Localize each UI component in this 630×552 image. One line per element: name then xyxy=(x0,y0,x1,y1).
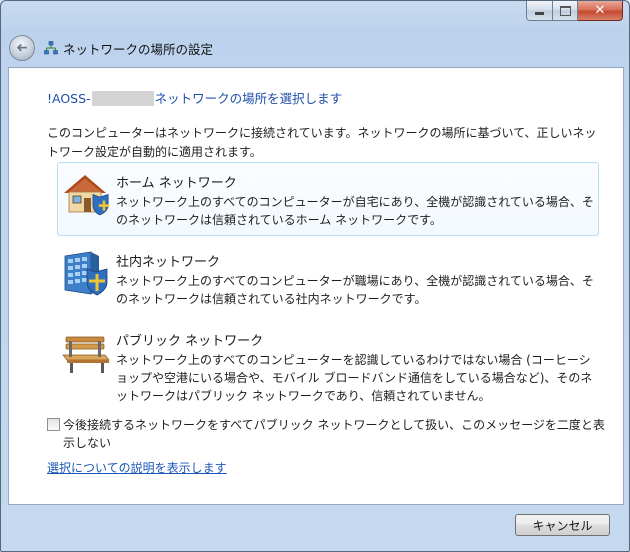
minimize-icon xyxy=(535,11,544,15)
option-work-title: 社内ネットワーク xyxy=(116,255,221,270)
content-panel: !AOSS- ネットワークの場所を選択します このコンピューターはネットワークに接… xyxy=(8,67,624,505)
park-bench-icon xyxy=(62,336,110,373)
home-shield-icon xyxy=(64,175,110,216)
option-public-title: パブリック ネットワーク xyxy=(116,334,264,349)
intro-text: このコンピューターはネットワークに接続されています。ネットワークの場所に基づいて… xyxy=(47,126,597,159)
option-public-description: ネットワーク上のすべてのコンピューターを認識しているわけではない場合 (コーヒー… xyxy=(116,353,593,403)
option-work-network[interactable]: 社内ネットワーク ネットワーク上のすべてのコンピューターが職場にあり、全機が認識… xyxy=(57,241,599,315)
network-location-dialog: ✕ ➜ ネットワークの場所の設定 !AOSS- ネットワークの場所を選択します こ… xyxy=(0,0,630,552)
window-title: ネットワークの場所の設定 xyxy=(63,41,214,57)
network-name-prefix: !AOSS- xyxy=(47,91,91,106)
treat-all-public-row: 今後接続するネットワークをすべてパブリック ネットワークとして扱い、このメッセー… xyxy=(47,416,607,452)
help-link[interactable]: 選択についての説明を表示します xyxy=(47,459,227,476)
caption-buttons: ✕ xyxy=(526,1,623,21)
office-building-shield-icon xyxy=(64,251,108,296)
option-home-network[interactable]: ホーム ネットワーク ネットワーク上のすべてのコンピューターが自宅にあり、全機が… xyxy=(57,162,599,236)
option-work-description: ネットワーク上のすべてのコンピューターが職場にあり、全機が認識されている場合、そ… xyxy=(116,274,594,306)
treat-all-public-label[interactable]: 今後接続するネットワークをすべてパブリック ネットワークとして扱い、このメッセー… xyxy=(63,416,607,452)
close-button[interactable]: ✕ xyxy=(578,1,623,21)
heading-text: ネットワークの場所を選択します xyxy=(154,91,343,106)
option-home-description: ネットワーク上のすべてのコンピューターが自宅にあり、全機が認識されている場合、そ… xyxy=(116,195,594,227)
maximize-button[interactable] xyxy=(553,1,578,21)
treat-all-public-checkbox[interactable] xyxy=(47,418,60,431)
back-arrow-icon: ➜ xyxy=(16,40,28,56)
page-heading: !AOSS- ネットワークの場所を選択します xyxy=(47,88,342,107)
network-icon xyxy=(44,41,58,55)
navigation-bar: ➜ ネットワークの場所の設定 xyxy=(9,33,213,63)
redacted-network-name xyxy=(91,91,154,106)
maximize-icon xyxy=(559,5,571,16)
back-button[interactable]: ➜ xyxy=(9,35,35,61)
minimize-button[interactable] xyxy=(526,1,553,21)
cancel-button[interactable]: キャンセル xyxy=(515,514,610,536)
option-home-title: ホーム ネットワーク xyxy=(116,176,237,191)
close-icon: ✕ xyxy=(594,3,606,18)
option-public-network[interactable]: パブリック ネットワーク ネットワーク上のすべてのコンピューターを認識しているわ… xyxy=(57,320,599,412)
